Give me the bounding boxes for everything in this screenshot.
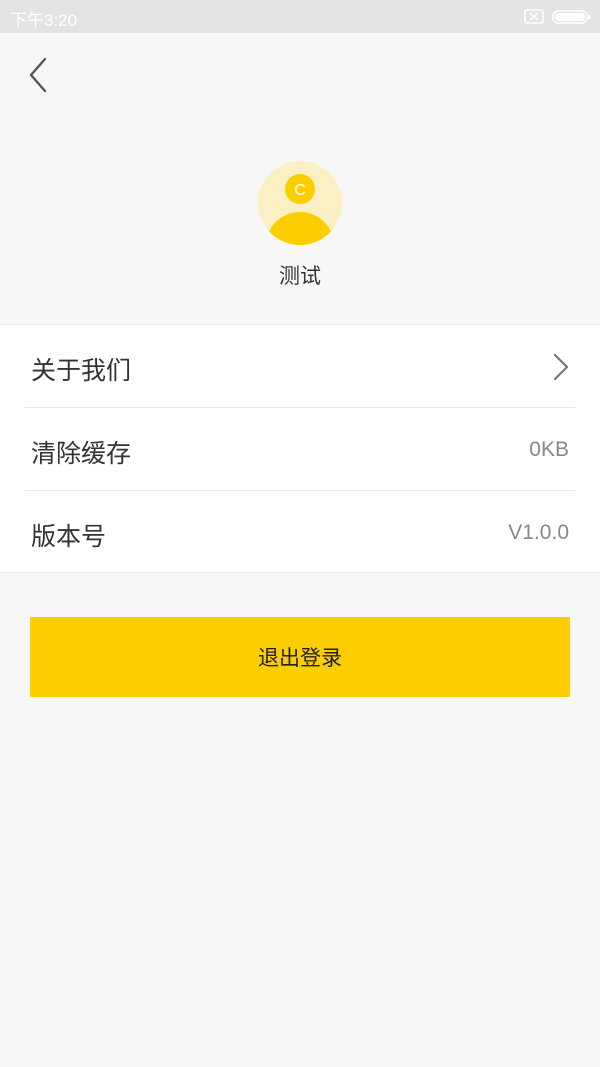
clear-cache-item[interactable]: 清除缓存 0KB <box>0 408 600 490</box>
username: 测试 <box>279 264 321 288</box>
about-us-label: 关于我们 <box>31 356 132 385</box>
settings-list: 关于我们 清除缓存 0KB 版本号 V1.0.0 <box>0 324 600 573</box>
logout-button[interactable]: 退出登录 <box>30 617 570 697</box>
clear-cache-label: 清除缓存 <box>31 439 132 468</box>
status-time: 下午3:20 <box>10 11 78 30</box>
status-bar: 下午3:20 <box>0 0 600 33</box>
version-item: 版本号 V1.0.0 <box>0 491 600 573</box>
cache-size-value: 0KB <box>529 438 569 461</box>
about-us-item[interactable]: 关于我们 <box>0 325 600 407</box>
battery-icon <box>552 10 591 24</box>
avatar[interactable]: C <box>258 161 342 245</box>
version-value: V1.0.0 <box>508 521 569 544</box>
avatar-initial: C <box>294 182 306 199</box>
version-label: 版本号 <box>31 522 107 551</box>
sim-icon <box>524 9 544 24</box>
chevron-right-icon <box>553 353 569 381</box>
chevron-left-icon <box>29 57 47 93</box>
back-button[interactable] <box>18 52 58 98</box>
